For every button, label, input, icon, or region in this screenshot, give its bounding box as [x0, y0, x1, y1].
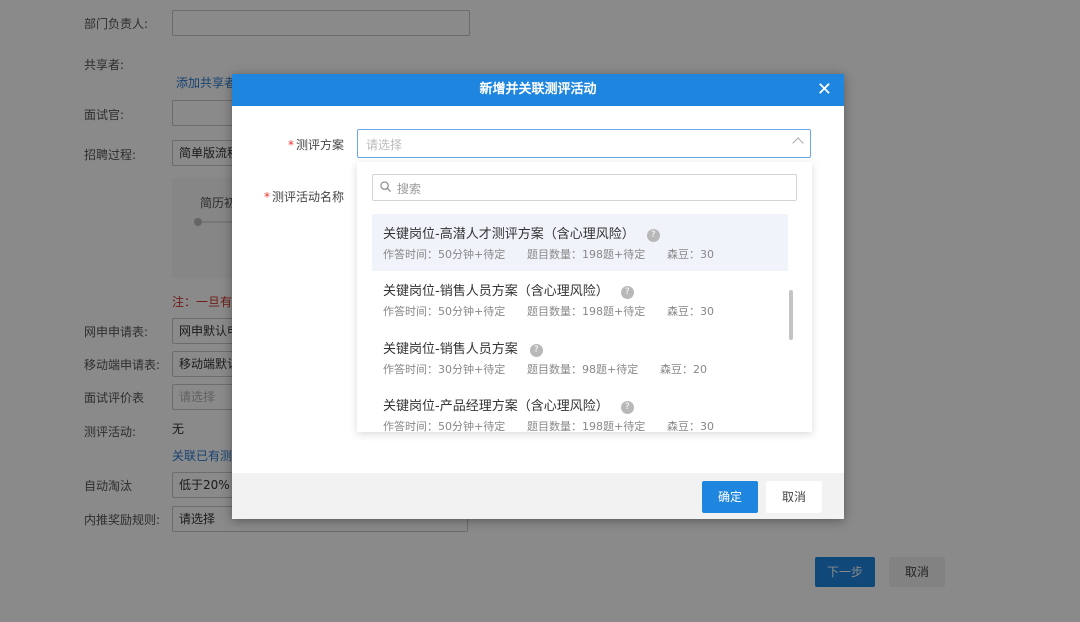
modal-title: 新增并关联测评活动	[479, 82, 597, 97]
option-time: 作答时间：50分钟+待定	[383, 305, 506, 318]
option-title: 关键岗位-销售人员方案（含心理风险）	[383, 284, 609, 299]
scheme-select[interactable]: 请选择	[357, 129, 811, 158]
scheme-placeholder: 请选择	[366, 138, 403, 152]
modal-header: 新增并关联测评活动 ✕	[232, 74, 844, 106]
option-beans: 森豆：20	[660, 363, 707, 376]
option-title: 关键岗位-产品经理方案（含心理风险）	[383, 399, 609, 414]
search-icon	[380, 181, 391, 192]
dropdown-option[interactable]: 关键岗位-销售人员方案? 作答时间：30分钟+待定 题目数量：98题+待定 森豆…	[372, 329, 788, 386]
option-count: 题目数量：198题+待定	[527, 305, 646, 318]
required-mark: *	[287, 138, 294, 152]
help-icon[interactable]: ?	[646, 229, 660, 242]
activity-name-label: 测评活动名称	[271, 190, 344, 204]
close-icon[interactable]: ✕	[817, 74, 832, 106]
option-title: 关键岗位-销售人员方案	[383, 342, 518, 357]
dropdown-scrollbar[interactable]	[789, 290, 793, 340]
option-count: 题目数量：198题+待定	[527, 420, 646, 432]
option-title: 关键岗位-高潜人才测评方案（含心理风险）	[383, 227, 635, 242]
chevron-up-icon	[792, 137, 804, 149]
option-time: 作答时间：50分钟+待定	[383, 248, 506, 261]
modal-cancel-button[interactable]: 取消	[766, 481, 822, 513]
dropdown-option[interactable]: 关键岗位-产品经理方案（含心理风险）? 作答时间：50分钟+待定 题目数量：19…	[372, 386, 788, 432]
dropdown-option[interactable]: 关键岗位-销售人员方案（含心理风险）? 作答时间：50分钟+待定 题目数量：19…	[372, 271, 788, 328]
dropdown-option[interactable]: 关键岗位-高潜人才测评方案（含心理风险）? 作答时间：50分钟+待定 题目数量：…	[372, 214, 788, 271]
confirm-button[interactable]: 确定	[702, 481, 758, 513]
scheme-label-wrap: * 测评方案	[282, 136, 344, 153]
option-time: 作答时间：30分钟+待定	[383, 363, 506, 376]
option-beans: 森豆：30	[667, 420, 714, 432]
required-mark: *	[263, 190, 270, 204]
option-count: 题目数量：198题+待定	[527, 248, 646, 261]
help-icon[interactable]: ?	[620, 286, 634, 299]
help-icon[interactable]: ?	[620, 401, 634, 414]
scheme-dropdown: 搜索 关键岗位-高潜人才测评方案（含心理风险）? 作答时间：50分钟+待定 题目…	[357, 162, 812, 432]
help-icon[interactable]: ?	[529, 344, 543, 357]
option-beans: 森豆：30	[667, 248, 714, 261]
option-beans: 森豆：30	[667, 305, 714, 318]
scheme-label: 测评方案	[295, 138, 344, 152]
option-time: 作答时间：50分钟+待定	[383, 420, 506, 432]
modal-footer: 确定 取消	[232, 473, 844, 519]
dropdown-search-input[interactable]: 搜索	[372, 174, 797, 201]
option-count: 题目数量：98题+待定	[527, 363, 639, 376]
search-placeholder: 搜索	[397, 182, 422, 196]
activity-name-label-wrap: * 测评活动名称	[252, 188, 344, 205]
